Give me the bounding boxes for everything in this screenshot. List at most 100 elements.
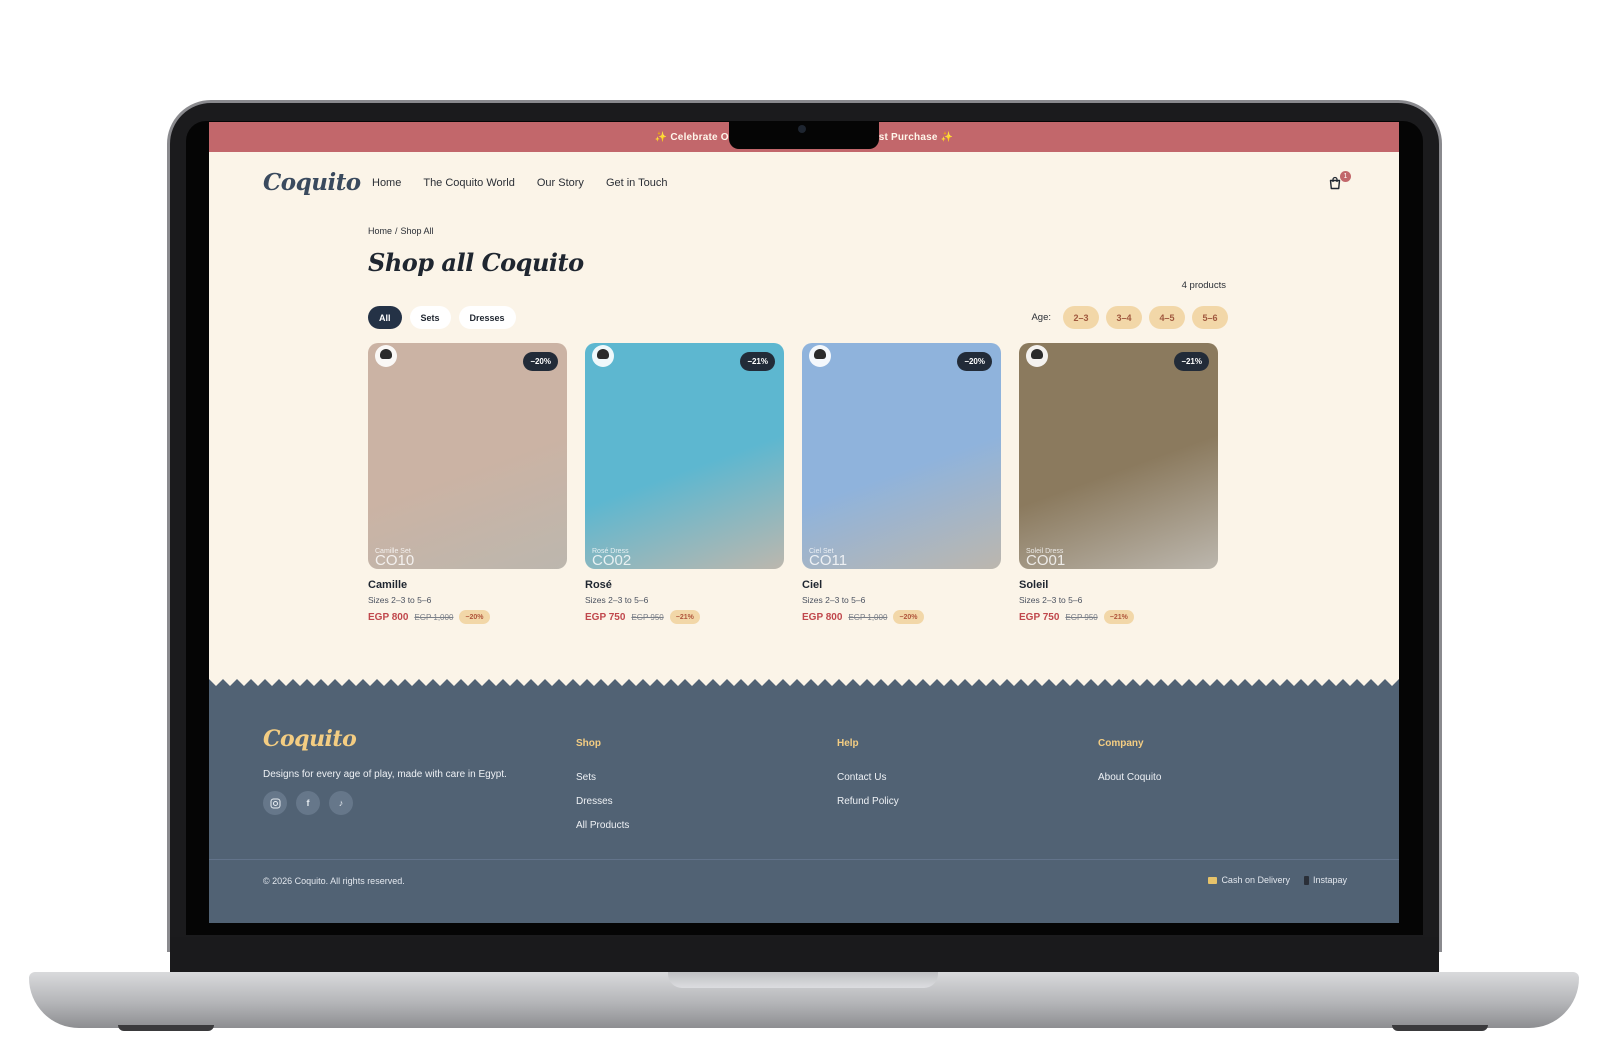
footer-company-heading: Company (1098, 738, 1144, 749)
product-photo[interactable]: −20% Camille Set CO10 (368, 343, 567, 569)
age-5-6[interactable]: 5–6 (1192, 306, 1228, 329)
main-menu: Home The Coquito World Our Story Get in … (372, 177, 668, 189)
category-filters: All Sets Dresses (368, 306, 516, 329)
footer-divider (209, 859, 1399, 860)
footer-help-column: Help Contact Us Refund Policy (837, 738, 899, 820)
discount-badge: −21% (740, 352, 775, 371)
discount-tag: −20% (459, 610, 490, 624)
discount-tag: −21% (1103, 610, 1134, 624)
footer-company-column: Company About Coquito (1098, 738, 1161, 796)
sale-price: EGP 750 (1019, 611, 1060, 623)
product-card-soleil[interactable]: −21% Soleil Dress CO01 Soleil Sizes 2–3 … (1019, 343, 1218, 624)
payment-cod: Cash on Delivery (1208, 875, 1290, 885)
announcement-text-right: st Purchase ✨ (878, 131, 954, 143)
brand-stamp-icon (592, 345, 614, 367)
age-filters: Age: 2–3 3–4 4–5 5–6 (1031, 306, 1228, 329)
product-prices: EGP 800 EGP 1,000 −20% (368, 610, 567, 624)
product-card-ciel[interactable]: −20% Ciel Set CO11 Ciel Sizes 2–3 to 5–6… (802, 343, 1001, 624)
facebook-icon[interactable]: f (296, 791, 320, 815)
announcement-text-left: ✨ Celebrate O (654, 131, 729, 143)
sale-price: EGP 800 (802, 611, 843, 623)
original-price: EGP 1,000 (848, 612, 888, 622)
original-price: EGP 950 (631, 612, 664, 622)
zigzag-border (209, 679, 1399, 686)
photo-caption: Rosé Dress CO02 (592, 548, 632, 566)
product-card-rose[interactable]: −21% Rosé Dress CO02 Rosé Sizes 2–3 to 5… (585, 343, 784, 624)
photo-caption: Soleil Dress CO01 (1026, 548, 1066, 566)
filter-sets[interactable]: Sets (409, 306, 451, 329)
shop-content: Home / Shop All Shop all Coquito 4 product… (368, 226, 1228, 624)
nav-get-in-touch[interactable]: Get in Touch (606, 177, 668, 189)
breadcrumb: Home / Shop All (368, 226, 434, 236)
product-name[interactable]: Camille (368, 579, 567, 591)
photo-caption: Ciel Set CO11 (809, 548, 848, 566)
filter-all[interactable]: All (368, 306, 402, 329)
breadcrumb-current: Shop All (400, 226, 434, 236)
age-4-5[interactable]: 4–5 (1149, 306, 1185, 329)
brand-logo[interactable]: Coquito (263, 169, 361, 196)
original-price: EGP 950 (1065, 612, 1098, 622)
age-2-3[interactable]: 2–3 (1063, 306, 1099, 329)
product-name[interactable]: Ciel (802, 579, 1001, 591)
product-sizes: Sizes 2–3 to 5–6 (802, 595, 866, 605)
original-price: EGP 1,000 (414, 612, 454, 622)
product-sizes: Sizes 2–3 to 5–6 (1019, 595, 1083, 605)
product-prices: EGP 800 EGP 1,000 −20% (802, 610, 1001, 624)
footer-help-heading: Help (837, 738, 859, 749)
footer-link-dresses[interactable]: Dresses (576, 796, 629, 807)
product-grid: −20% Camille Set CO10 Camille Sizes 2–3 … (368, 343, 1218, 624)
laptop-base-notch (668, 972, 938, 988)
camera-lens (798, 125, 806, 133)
footer-link-refund[interactable]: Refund Policy (837, 796, 899, 807)
footer-tagline: Designs for every age of play, made with… (263, 769, 507, 780)
product-sizes: Sizes 2–3 to 5–6 (585, 595, 649, 605)
discount-badge: −20% (523, 352, 558, 371)
sale-price: EGP 800 (368, 611, 409, 623)
breadcrumb-home[interactable]: Home (368, 226, 392, 236)
footer-shop-heading: Shop (576, 738, 601, 749)
product-photo[interactable]: −21% Soleil Dress CO01 (1019, 343, 1218, 569)
laptop-foot-left (118, 1025, 214, 1031)
social-links: f ♪ (263, 791, 353, 815)
laptop-chin (170, 937, 1439, 973)
discount-badge: −20% (957, 352, 992, 371)
product-count: 4 products (1181, 280, 1226, 291)
website-screen: ✨ Celebrate O st Purchase ✨ Coquito Home… (209, 122, 1399, 923)
product-prices: EGP 750 EGP 950 −21% (1019, 610, 1218, 624)
product-photo[interactable]: −21% Rosé Dress CO02 (585, 343, 784, 569)
instagram-icon[interactable] (263, 791, 287, 815)
discount-tag: −20% (893, 610, 924, 624)
footer-link-about[interactable]: About Coquito (1098, 772, 1161, 783)
footer-logo[interactable]: Coquito (263, 726, 357, 752)
filter-dresses[interactable]: Dresses (458, 306, 516, 329)
copyright: © 2026 Coquito. All rights reserved. (263, 876, 405, 886)
footer-link-sets[interactable]: Sets (576, 772, 629, 783)
cash-icon (1208, 876, 1218, 884)
brand-stamp-icon (375, 345, 397, 367)
payment-instapay: Instapay (1303, 875, 1347, 885)
product-name[interactable]: Rosé (585, 579, 784, 591)
nav-coquito-world[interactable]: The Coquito World (423, 177, 515, 189)
laptop-foot-right (1392, 1025, 1488, 1031)
top-navigation: Coquito Home The Coquito World Our Story… (209, 152, 1399, 214)
product-sizes: Sizes 2–3 to 5–6 (368, 595, 432, 605)
footer-link-contact[interactable]: Contact Us (837, 772, 899, 783)
phone-icon (1303, 875, 1309, 885)
footer-link-all-products[interactable]: All Products (576, 820, 629, 831)
product-photo[interactable]: −20% Ciel Set CO11 (802, 343, 1001, 569)
photo-caption: Camille Set CO10 (375, 548, 415, 566)
tiktok-icon[interactable]: ♪ (329, 791, 353, 815)
age-3-4[interactable]: 3–4 (1106, 306, 1142, 329)
age-label: Age: (1031, 312, 1051, 323)
nav-our-story[interactable]: Our Story (537, 177, 584, 189)
nav-home[interactable]: Home (372, 177, 401, 189)
product-card-camille[interactable]: −20% Camille Set CO10 Camille Sizes 2–3 … (368, 343, 567, 624)
discount-tag: −21% (669, 610, 700, 624)
brand-stamp-icon (1026, 345, 1048, 367)
site-footer: Coquito Designs for every age of play, m… (209, 679, 1399, 923)
footer-shop-column: Shop Sets Dresses All Products (576, 738, 629, 844)
payment-methods: Cash on Delivery Instapay (1208, 875, 1347, 885)
cart-count-badge: 1 (1340, 171, 1351, 182)
page-title: Shop all Coquito (368, 248, 584, 277)
product-name[interactable]: Soleil (1019, 579, 1218, 591)
